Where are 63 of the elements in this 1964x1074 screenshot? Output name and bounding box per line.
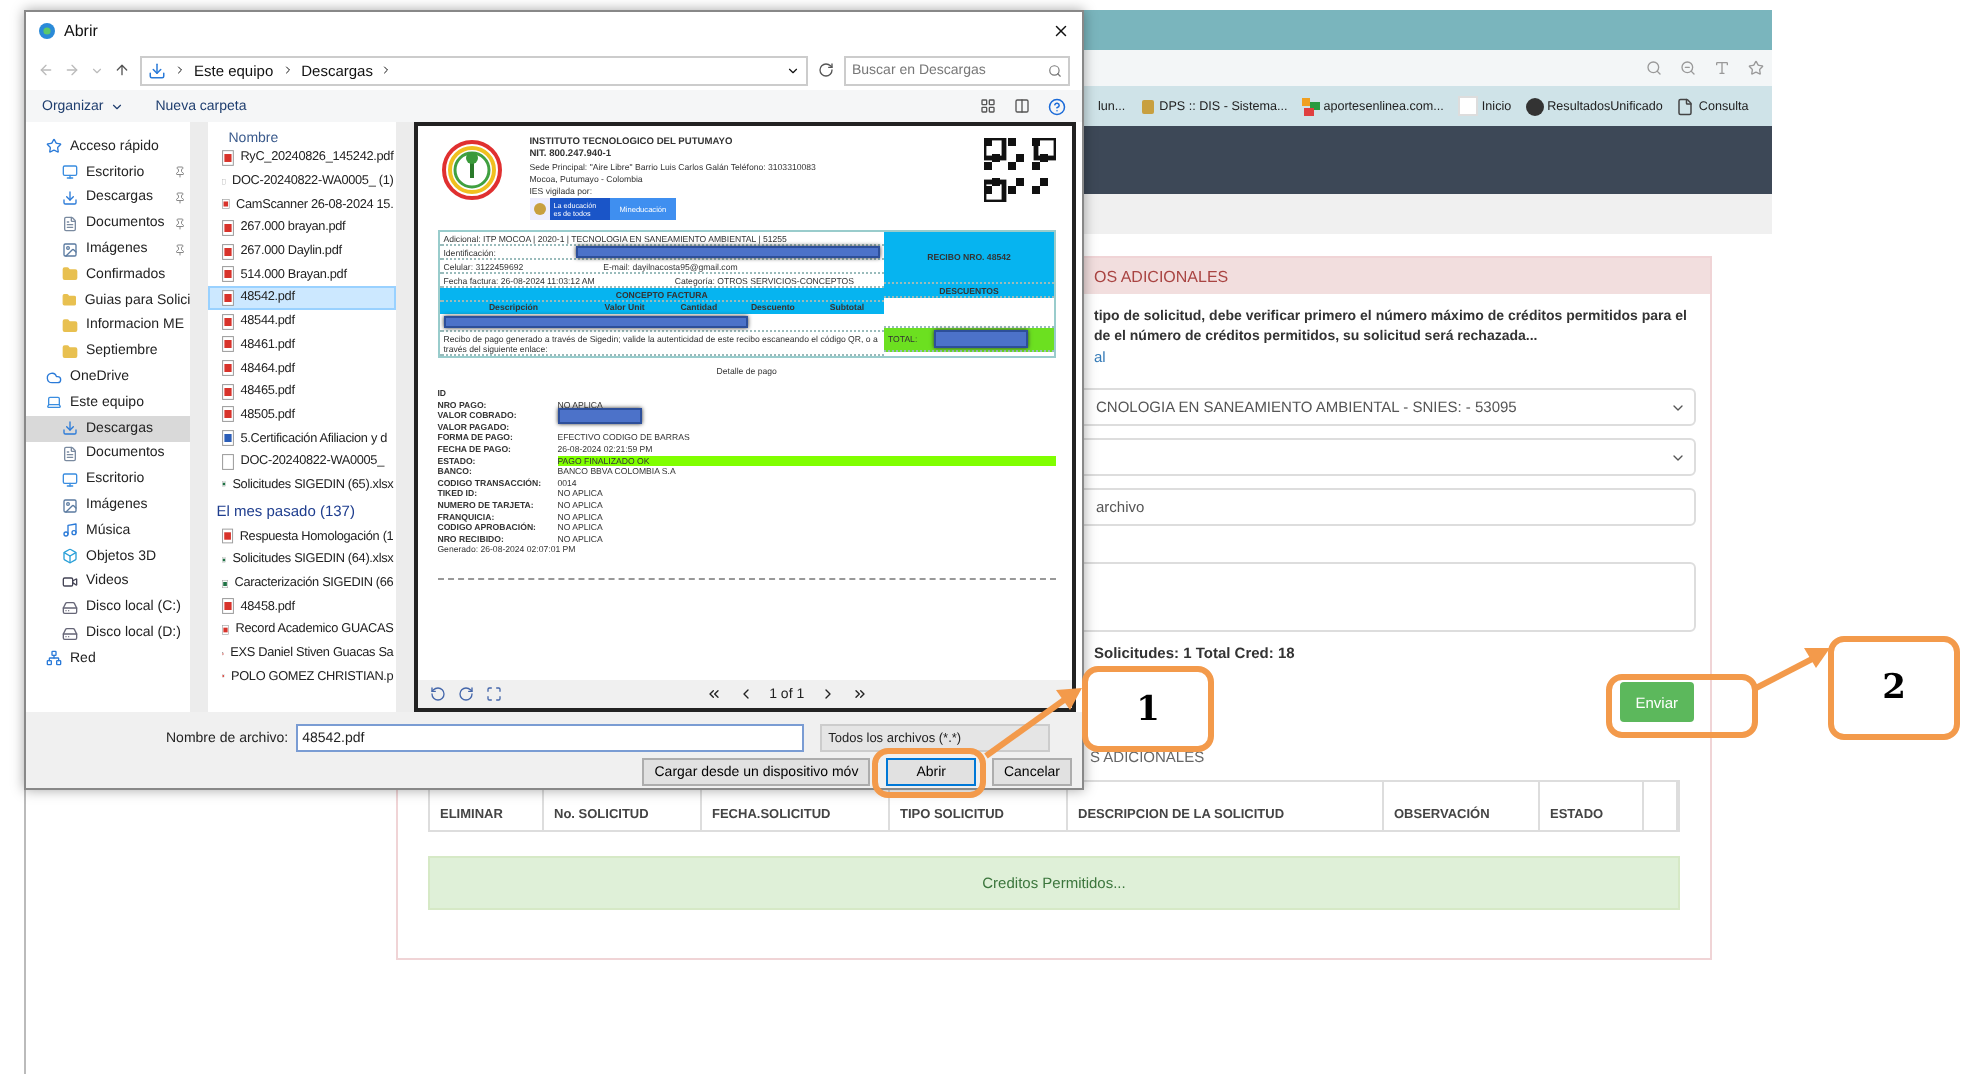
images-icon [62,497,78,514]
close-icon[interactable] [1052,22,1070,40]
zoom-out-icon[interactable] [1680,60,1696,76]
step-number: 2 [1828,636,1960,740]
blank-page-icon [1457,96,1478,116]
file-icon [222,598,235,615]
download-icon [62,420,78,437]
music-icon [62,522,78,539]
last-page-icon[interactable] [852,686,869,702]
docs-icon [62,445,78,462]
qr-code [984,138,1056,202]
step-number: 1 [1082,666,1214,752]
first-page-icon[interactable] [705,686,722,702]
read-aloud-icon[interactable] [1714,60,1730,76]
preview-pane-icon[interactable] [1014,98,1030,114]
drive-icon [62,599,78,616]
institution-logo [437,138,506,206]
network-icon [46,650,62,667]
star-icon [46,138,62,155]
file-icon [222,196,231,213]
dialog-title: Abrir [64,22,98,40]
cube-icon [62,548,78,565]
pc-icon [46,394,62,411]
file-icon [222,575,229,592]
caret-icon [109,99,124,113]
folder-icon [62,317,78,334]
desktop-icon [62,164,78,181]
rotate-left-icon[interactable] [429,686,446,702]
round-logo-icon [1525,97,1544,115]
redaction-bar [933,330,1028,348]
file-icon [222,621,230,638]
desktop-icon [62,471,78,488]
docs-icon [62,215,78,232]
app-icon [38,22,56,40]
folder-icon [62,292,77,309]
highlight-frame [872,748,986,798]
folder-icon [62,266,78,283]
chevron-icon [281,64,294,76]
video-icon [62,573,78,590]
fit-page-icon[interactable] [485,686,502,702]
search-icon[interactable] [1646,60,1662,76]
colored-blocks-icon [1301,97,1320,115]
cloud-icon [46,369,62,386]
rotate-right-icon[interactable] [457,686,474,702]
download-icon [148,61,166,79]
chevron-icon [174,64,186,76]
images-icon [62,241,78,258]
crest-icon [1139,97,1156,115]
file-icon [222,528,234,545]
drive-icon [62,625,78,642]
view-icon[interactable] [980,98,996,114]
caret-icon[interactable] [786,63,800,77]
callout-arrow [1754,644,1830,692]
download-icon [62,189,78,206]
up-icon[interactable] [114,62,130,78]
search-icon [1048,63,1062,77]
chevron-icon [380,64,393,76]
page-icon [1676,97,1695,115]
folder-icon [62,343,78,360]
refresh-icon[interactable] [818,62,834,78]
crest-icon [529,198,550,220]
help-icon[interactable] [1048,97,1066,115]
favorite-star-icon[interactable] [1748,60,1764,76]
